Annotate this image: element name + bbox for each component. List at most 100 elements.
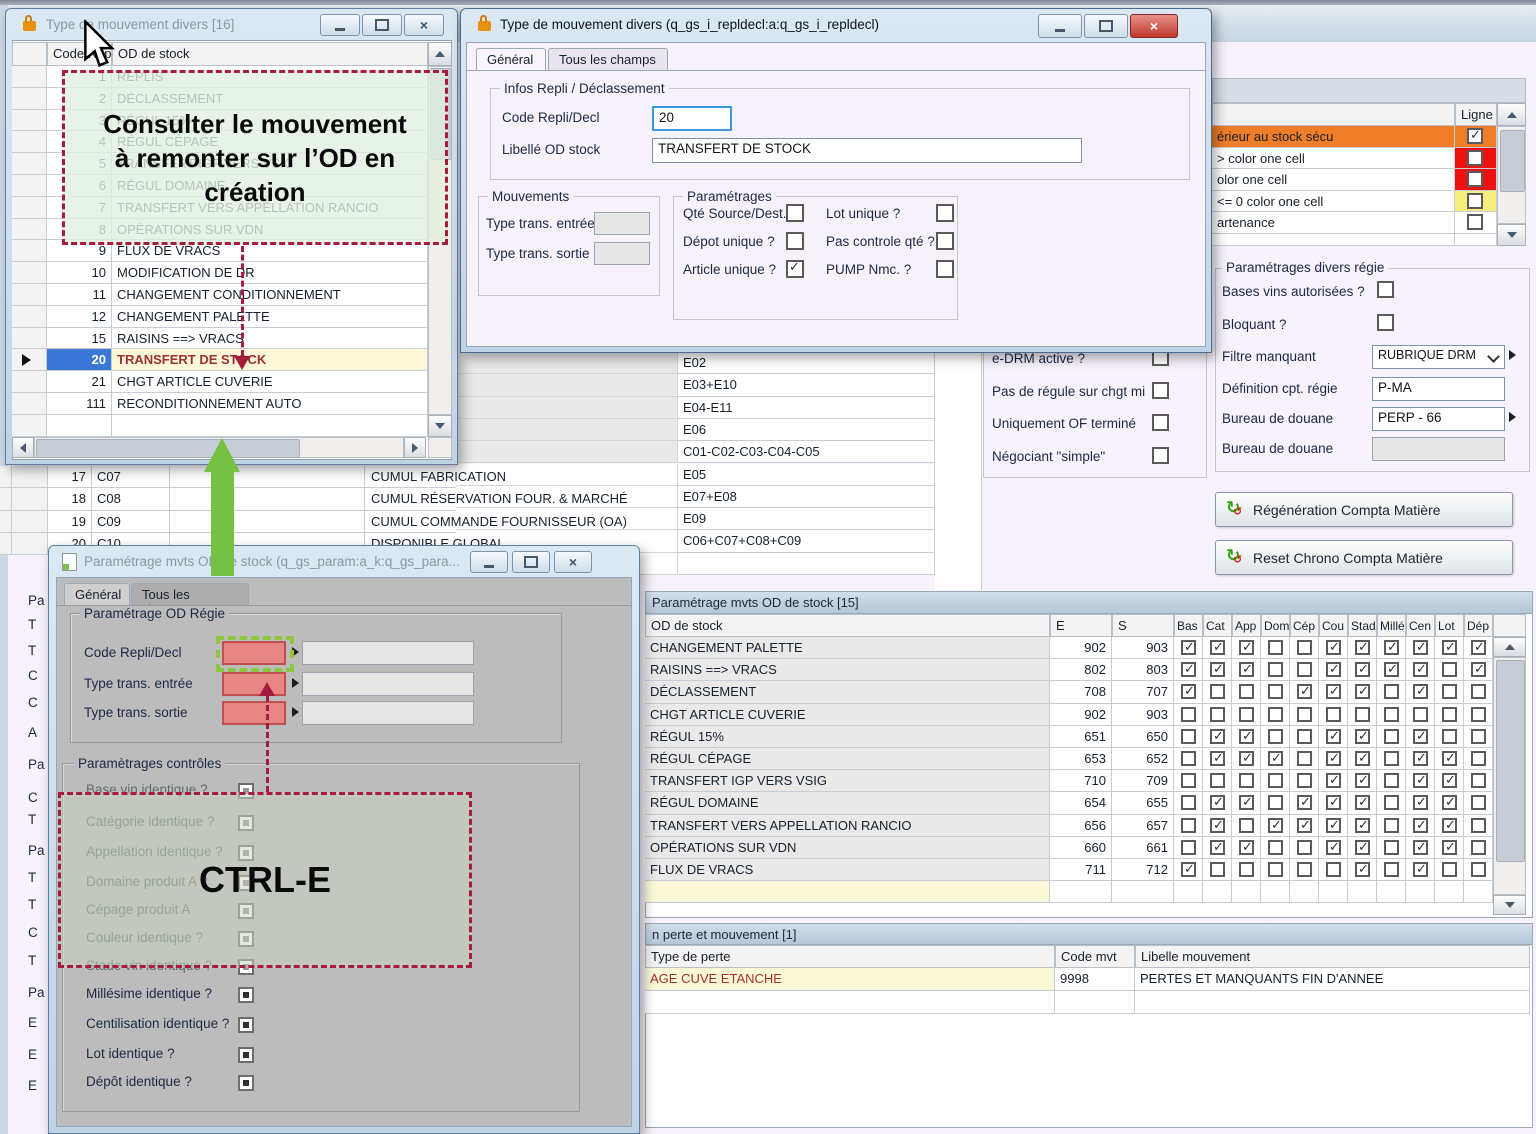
mvts-row-label[interactable]: RAISINS ==> VRACS — [645, 659, 1050, 681]
list-row-selector[interactable] — [12, 306, 47, 328]
mvts-checkbox[interactable] — [1471, 751, 1486, 766]
list-row-selector[interactable] — [12, 328, 47, 350]
lookup-arrow-icon[interactable] — [292, 707, 299, 717]
mvts-checkbox[interactable] — [1355, 751, 1370, 766]
drm-checkbox[interactable] — [1152, 382, 1169, 399]
mvts-checkbox[interactable] — [1326, 707, 1341, 722]
mvts-checkbox[interactable] — [1355, 840, 1370, 855]
mvts-checkbox[interactable] — [1442, 684, 1457, 699]
mvts-checkbox[interactable] — [1181, 729, 1196, 744]
mvts-checkbox[interactable] — [1210, 662, 1225, 677]
mvts-checkbox[interactable] — [1413, 729, 1428, 744]
mvts-checkbox[interactable] — [1326, 840, 1341, 855]
mvts-checkbox[interactable] — [1297, 640, 1312, 655]
stockparam-header-ligne[interactable]: Ligne — [1455, 103, 1497, 126]
mvts-row-label[interactable]: OPÉRATIONS SUR VDN — [645, 837, 1050, 859]
mvts-checkbox[interactable] — [1355, 773, 1370, 788]
mvts-row-label[interactable]: TRANSFERT VERS APPELLATION RANCIO — [645, 815, 1050, 837]
mvts-checkbox[interactable] — [1413, 862, 1428, 877]
mvts-checkbox[interactable] — [1384, 751, 1399, 766]
mvts-checkbox[interactable] — [1355, 729, 1370, 744]
mvts-checkbox[interactable] — [1413, 795, 1428, 810]
mvts-checkbox[interactable] — [1181, 862, 1196, 877]
mvts-checkbox[interactable] — [1210, 684, 1225, 699]
list-row-selector[interactable] — [12, 175, 47, 197]
mvts-checkbox[interactable] — [1471, 773, 1486, 788]
detail-checkbox[interactable] — [936, 232, 954, 250]
mvts-col-header[interactable]: Millé — [1377, 614, 1406, 637]
list-cell-label[interactable]: CHANGEMENT CONDITIONNEMENT — [112, 284, 428, 306]
window-detail-minimize-button[interactable] — [1038, 14, 1082, 38]
mvts-checkbox[interactable] — [1210, 862, 1225, 877]
lookup-arrow-icon[interactable] — [292, 678, 299, 688]
mvts-row-label[interactable] — [645, 881, 1050, 903]
mvts-checkbox[interactable] — [1239, 729, 1254, 744]
mvts-cell-s[interactable]: 903 — [1112, 637, 1174, 659]
formula-cell[interactable]: C06+C07+C08+C09 — [678, 530, 935, 552]
formula-cell[interactable]: C01-C02-C03-C04-C05 — [678, 441, 935, 463]
mvts-checkbox[interactable] — [1471, 707, 1486, 722]
tab-tous-les-champs-param[interactable]: Tous les champs — [131, 583, 249, 606]
mvts-row-label[interactable]: CHANGEMENT PALETTE — [645, 637, 1050, 659]
mvts-checkbox[interactable] — [1297, 751, 1312, 766]
mvts-checkbox[interactable] — [1297, 795, 1312, 810]
mvts-checkbox[interactable] — [1355, 707, 1370, 722]
regie-definition-input[interactable]: P-MA — [1372, 377, 1505, 401]
mvts-checkbox[interactable] — [1442, 751, 1457, 766]
mvts-checkbox[interactable] — [1442, 729, 1457, 744]
mvts-cell-e[interactable]: 711 — [1050, 859, 1112, 881]
mvts-checkbox[interactable] — [1210, 640, 1225, 655]
mvts-checkbox[interactable] — [1355, 795, 1370, 810]
window-param-maximize-button[interactable] — [512, 551, 550, 573]
mvts-checkbox[interactable] — [1442, 662, 1457, 677]
mvts-cell-e[interactable]: 802 — [1050, 659, 1112, 681]
detail-checkbox[interactable] — [786, 232, 804, 250]
formula-cell[interactable]: E07+E08 — [678, 486, 935, 508]
window-detail-maximize-button[interactable] — [1084, 14, 1128, 38]
mvts-checkbox[interactable] — [1268, 818, 1283, 833]
mvts-checkbox[interactable] — [1268, 751, 1283, 766]
control-checkbox[interactable] — [238, 1017, 254, 1033]
mvts-checkbox[interactable] — [1442, 773, 1457, 788]
mvts-cell-e[interactable]: 710 — [1050, 770, 1112, 792]
mvts-row-label[interactable]: RÉGUL CÉPAGE — [645, 748, 1050, 770]
mvts-checkbox[interactable] — [1355, 684, 1370, 699]
mvts-checkbox[interactable] — [1181, 773, 1196, 788]
stockparam-checkbox[interactable] — [1467, 128, 1483, 144]
mvts-cell-s[interactable]: 709 — [1112, 770, 1174, 792]
mvts-row-label[interactable]: RÉGUL 15% — [645, 726, 1050, 748]
mvts-checkbox[interactable] — [1413, 640, 1428, 655]
mvts-checkbox[interactable] — [1268, 840, 1283, 855]
list-row-selector[interactable] — [12, 197, 47, 219]
mvts-checkbox[interactable] — [1326, 662, 1341, 677]
window-param-minimize-button[interactable] — [470, 551, 508, 573]
stockparam-checkbox[interactable] — [1467, 193, 1483, 209]
list-cell-code[interactable]: 12 — [47, 306, 112, 328]
mvts-cell-s[interactable]: 707 — [1112, 681, 1174, 703]
mvts-checkbox[interactable] — [1268, 640, 1283, 655]
mvts-cell-e[interactable]: 902 — [1050, 637, 1112, 659]
perte-cell-code[interactable]: 9998 — [1055, 968, 1135, 991]
perte-header-code[interactable]: Code mvt — [1055, 945, 1135, 968]
list-row-selector[interactable] — [12, 110, 47, 132]
mvts-checkbox[interactable] — [1384, 840, 1399, 855]
mvts-checkbox[interactable] — [1181, 662, 1196, 677]
perte-cell-empty[interactable] — [1055, 991, 1135, 1014]
mvts-cell-e[interactable]: 653 — [1050, 748, 1112, 770]
mvts-checkbox[interactable] — [1442, 795, 1457, 810]
mvts-cell-s[interactable]: 650 — [1112, 726, 1174, 748]
regen-compta-button[interactable]: Régénération Compta Matière — [1215, 492, 1513, 527]
mvts-checkbox[interactable] — [1355, 862, 1370, 877]
mvts-checkbox[interactable] — [1471, 818, 1486, 833]
list-hscroll-thumb[interactable] — [36, 439, 300, 458]
window-list-close-button[interactable]: × — [404, 14, 444, 36]
mvts-checkbox[interactable] — [1442, 818, 1457, 833]
window-param-close-button[interactable]: × — [554, 551, 592, 573]
stockparam-row-label[interactable]: <= 0 color one cell — [1212, 191, 1455, 213]
mvts-checkbox[interactable] — [1210, 751, 1225, 766]
stockparam-checkbox[interactable] — [1467, 171, 1483, 187]
list-cell-label[interactable]: CHANGEMENT PALETTE — [112, 306, 428, 328]
list-cell-label[interactable]: CHGT ARTICLE CUVERIE — [112, 371, 428, 393]
mvts-checkbox[interactable] — [1297, 862, 1312, 877]
stockparam-row-label[interactable]: artenance — [1212, 212, 1455, 234]
